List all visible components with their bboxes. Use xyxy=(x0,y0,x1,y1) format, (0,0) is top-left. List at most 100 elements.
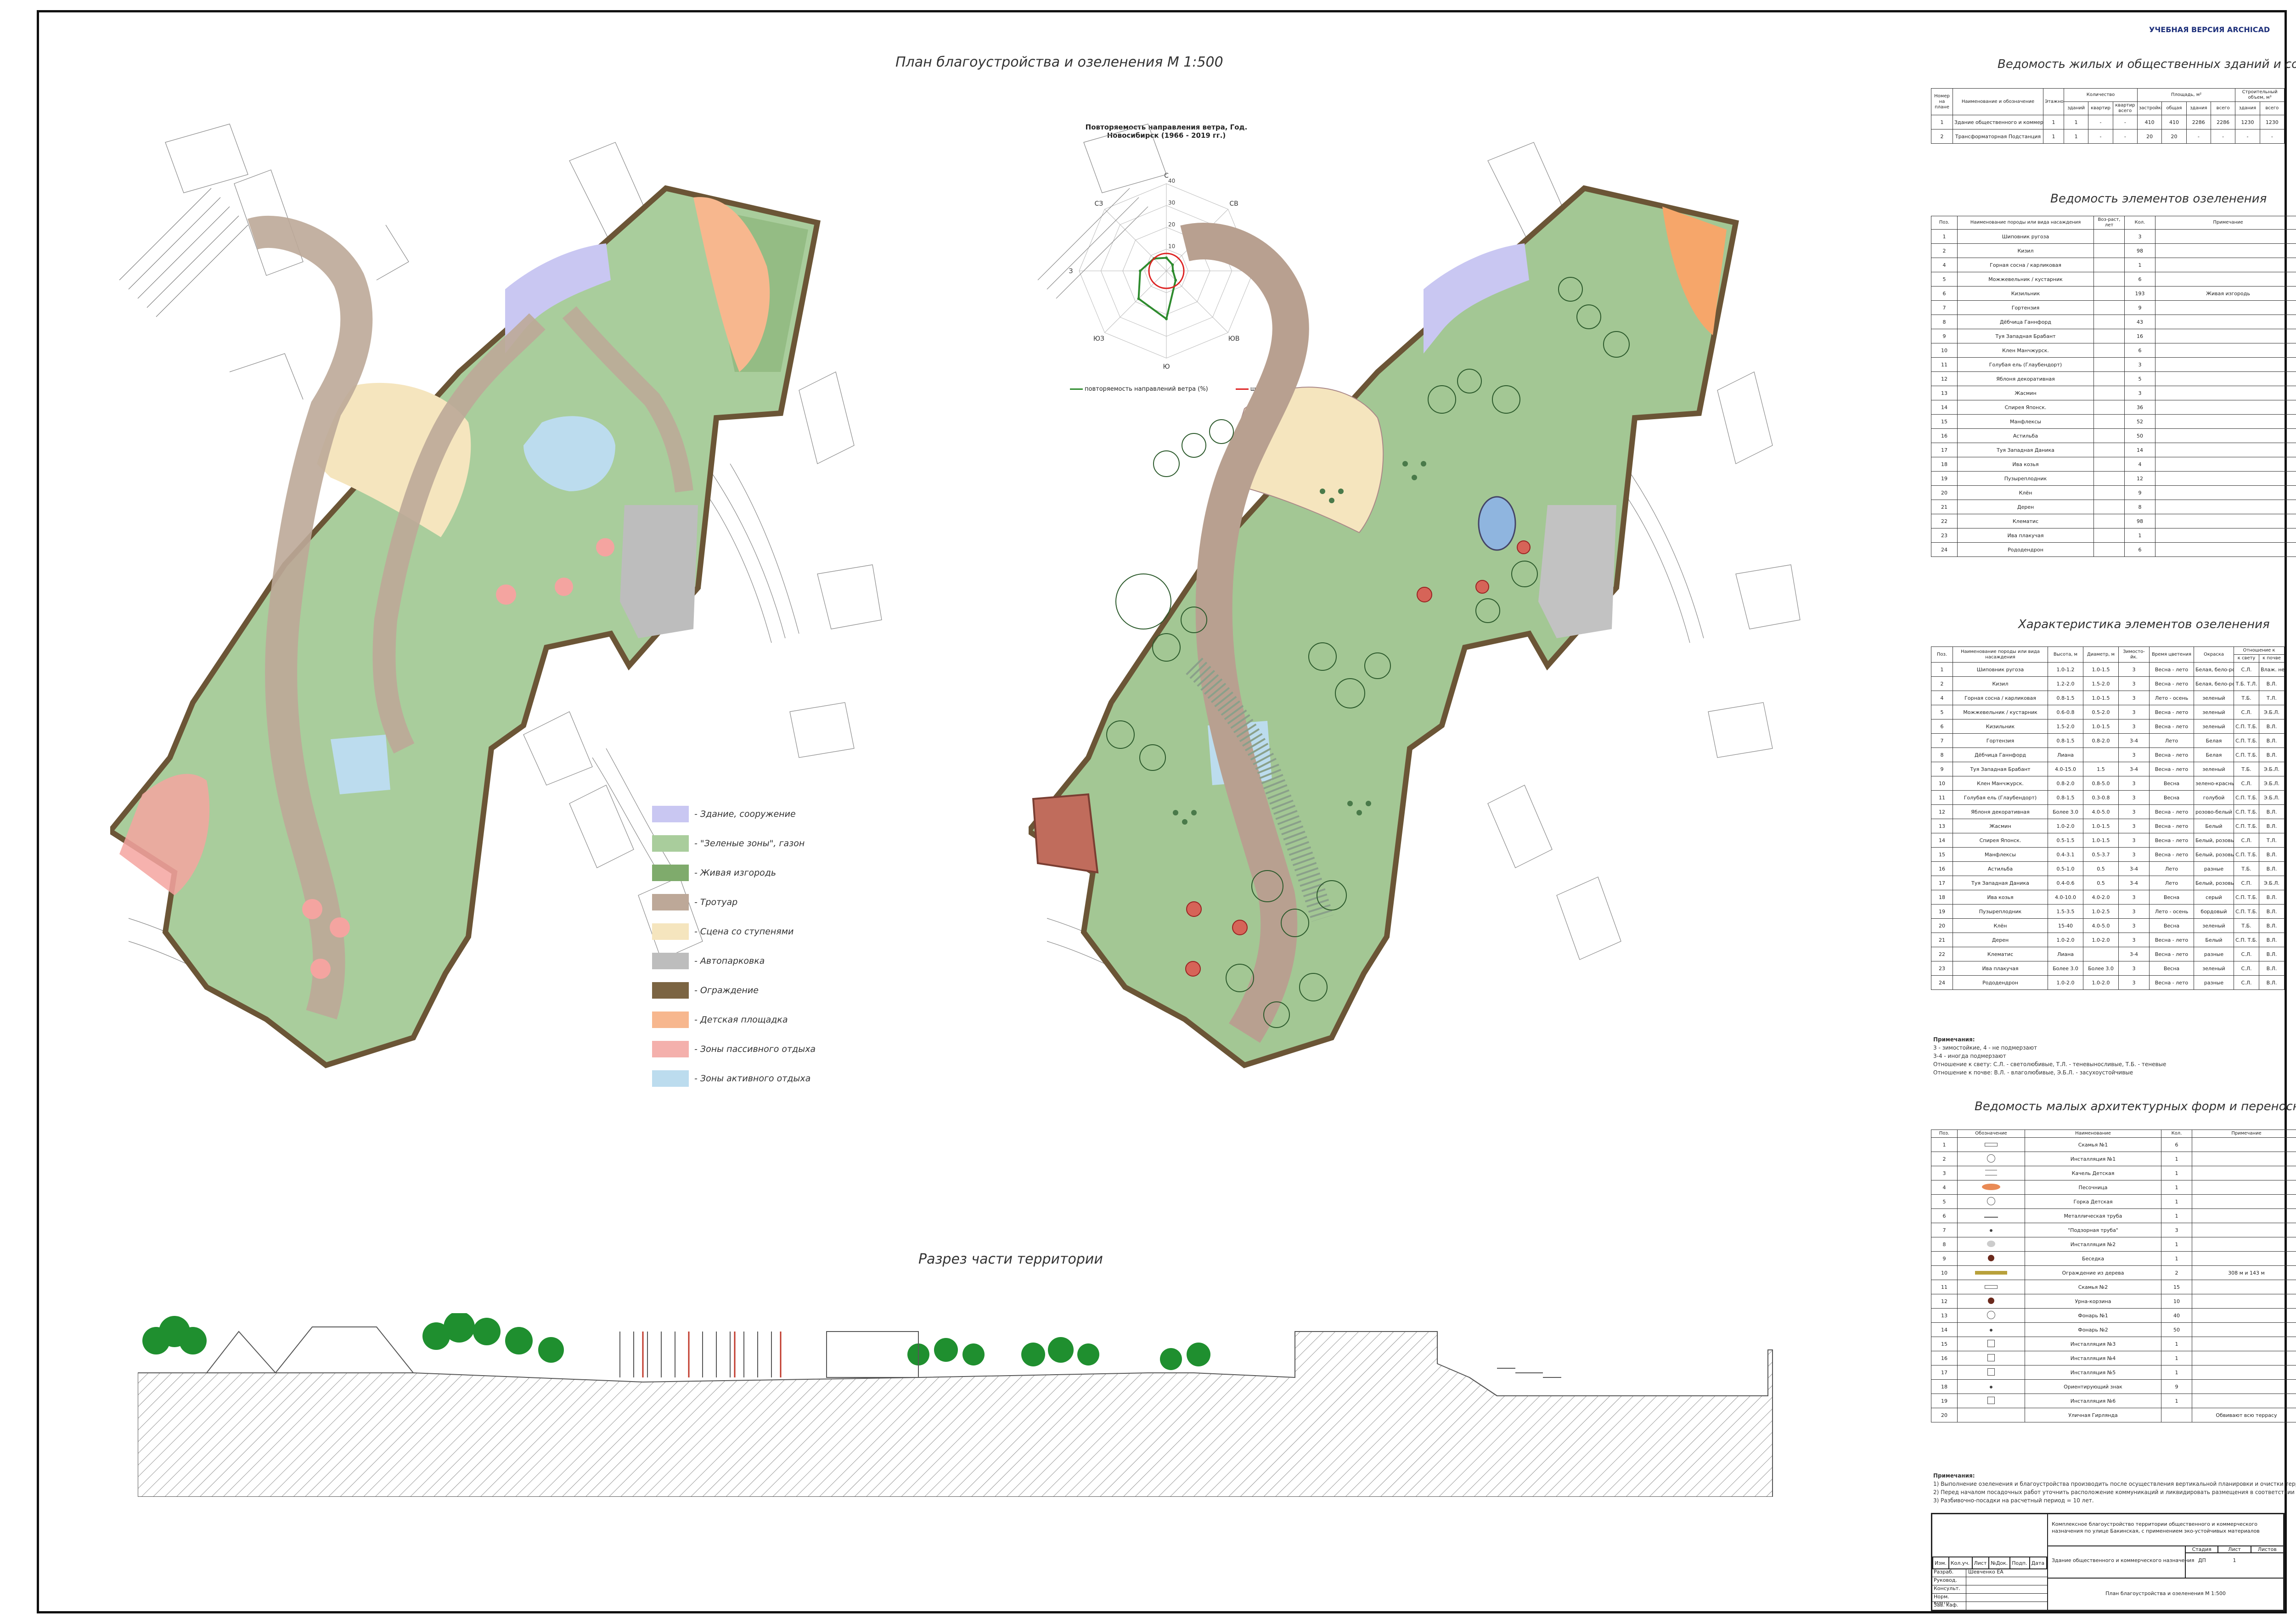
table-cell: Туя Западная Даника xyxy=(1953,876,2048,890)
t4-body: 1 Скамья №1 6 2 Инсталляция №1 1 3 Качель Детск… xyxy=(1931,1137,2296,1422)
table-cell: Весна - лето xyxy=(2149,819,2194,833)
stamp-role: Подп. xyxy=(2009,1557,2030,1569)
table-cell: 3-4 xyxy=(2118,876,2150,890)
table-cell: Астильба xyxy=(1957,428,2094,443)
table-cell: С.Л. xyxy=(2234,776,2259,791)
table-cell: В.Л. xyxy=(2259,904,2285,919)
table-cell: 3 xyxy=(2118,776,2150,791)
section-trees xyxy=(142,1313,1210,1370)
table-row: 17 Туя Западная Даника 0.4-0.6 0.5 3-4 Лето Бе… xyxy=(1931,876,2285,890)
t4-notes: Примечания: 1) Выполнение озеленения и б… xyxy=(1933,1472,2296,1505)
table-cell: 50 xyxy=(2161,1322,2192,1337)
table-cell: 1 xyxy=(2043,129,2064,144)
table-cell xyxy=(2093,443,2125,457)
table-cell xyxy=(2155,500,2296,514)
table-row: 24 Рододендрон 6 xyxy=(1931,542,2296,557)
table-cell: Т.Б. xyxy=(2234,762,2259,776)
symbol-cell xyxy=(1957,1208,2025,1223)
t1-h-apt: квартир xyxy=(2088,101,2113,115)
table-cell: Лето xyxy=(2149,861,2194,876)
table-cell: 16 xyxy=(2124,329,2155,343)
table-cell: Можжевельник / кустарник xyxy=(1953,705,2048,719)
table-cell xyxy=(2155,457,2296,472)
symbol-cell xyxy=(1957,1137,2025,1152)
table-cell: 10 xyxy=(1931,776,1953,791)
legend-item: - Тротуар xyxy=(652,894,737,910)
table-cell: Инсталляция №1 xyxy=(2025,1152,2161,1166)
table-row: 1Здание общественного и коммерческого на… xyxy=(1931,115,2285,129)
table-cell: Весна - лето xyxy=(2149,676,2194,691)
table-row: 2 Трансформаторная Подстанция 1 1- -20 20- - - - xyxy=(1931,129,2285,144)
table-row: 3 Качель Детская 1 xyxy=(1931,1166,2296,1180)
table-cell: 13 xyxy=(1931,1308,1958,1323)
table-cell: 98 xyxy=(2124,514,2155,528)
table-cell: С.Л. xyxy=(2234,705,2259,719)
mapf-symbol-icon xyxy=(1975,1270,2007,1275)
table-cell: Весна xyxy=(2149,918,2194,933)
table-cell: розово-белый xyxy=(2194,804,2234,819)
table-row: 16 Астильба 50 xyxy=(1931,428,2296,443)
table-cell: 20 xyxy=(1931,485,1958,500)
table-row: 12 Яблоня декоративная Более 3.0 4.0-5.0 3 Ве… xyxy=(1931,804,2285,819)
t1-h-total: общая xyxy=(2161,101,2187,115)
table-row: 8 Инсталляция №2 1 xyxy=(1931,1237,2296,1252)
table-cell: 3 xyxy=(2118,918,2150,933)
table-cell: Весна xyxy=(2149,961,2194,976)
table-row: 15 Манфлексы 0.4-3.1 0.5-3.7 3 Весна - лето Бе… xyxy=(1931,847,2285,862)
table-row: 13 Жасмин 1.0-2.0 1.0-1.5 3 Весна - лето Белый… xyxy=(1931,819,2285,833)
t4-note: 3) Разбивочно-посадки на расчетный перио… xyxy=(1933,1497,2094,1504)
legend-swatch xyxy=(652,865,689,881)
table-cell: 6 xyxy=(1931,286,1958,301)
table-cell xyxy=(2192,1308,2296,1323)
table-row: 6 Кизильник 193 Живая изгородь xyxy=(1931,286,2296,301)
table-cell: Скамья №2 xyxy=(2025,1280,2161,1294)
table-header: Кол. xyxy=(2161,1129,2192,1138)
legend-item: - Автопарковка xyxy=(652,953,765,969)
table-cell: 17 xyxy=(1931,443,1958,457)
legend-swatch xyxy=(652,1011,689,1028)
table-cell: 16 xyxy=(1931,1351,1958,1366)
table-cell: зеленый xyxy=(2194,691,2234,705)
table-cell: 6 xyxy=(2161,1137,2192,1152)
t1-h-qty: Количество xyxy=(2064,88,2138,102)
table-cell: 1.5 xyxy=(2083,762,2119,776)
mapf-symbol-icon xyxy=(1985,1142,1998,1146)
table-cell: Жасмин xyxy=(1957,386,2094,400)
mapf-symbol-icon xyxy=(1990,1229,1992,1232)
table-cell: 0.5 xyxy=(2083,876,2119,890)
stamp-person-row: Разраб. Шевченко ЕА xyxy=(1932,1568,2047,1577)
table-cell: Белая, бело-роз. xyxy=(2194,662,2234,677)
table-cell: 4 xyxy=(1931,258,1958,272)
table-cell: Горка Детская xyxy=(2025,1194,2161,1209)
table-cell: 3 xyxy=(2118,890,2150,905)
table-cell: 1 xyxy=(2161,1337,2192,1351)
table-cell xyxy=(2093,457,2125,472)
table-cell xyxy=(2155,371,2296,386)
table-cell: Ограждение из дерева xyxy=(2025,1265,2161,1280)
table-row: 7 Гортензия 0.8-1.5 0.8-2.0 3-4 Лето Белая С.П.… xyxy=(1931,733,2285,748)
table-cell: 20 xyxy=(1931,918,1953,933)
table-cell: 19 xyxy=(1931,471,1958,486)
mapf-symbol-icon xyxy=(1987,1197,1995,1205)
table-cell: 18 xyxy=(1931,890,1953,905)
table-cell: 1 xyxy=(2161,1394,2192,1408)
stamp-sheet-name: Здание общественного и коммерческого наз… xyxy=(2047,1546,2194,1579)
table-cell: Ива козья xyxy=(1953,890,2048,905)
table-row: 11 Скамья №2 15 xyxy=(1931,1280,2296,1294)
table-cell: Белый xyxy=(2194,819,2234,833)
table-cell: зеленый xyxy=(2194,918,2234,933)
table-row: 19 Пузыреплодник 12 xyxy=(1931,471,2296,486)
stamp-project: Комплексное благоустройство территории о… xyxy=(2047,1514,2283,1546)
table-cell: 3 xyxy=(2118,933,2150,947)
table-cell: Влаж. не увлаж. xyxy=(2259,662,2285,677)
t3-head1: Поз. Наименование породы или вида насажде… xyxy=(1931,646,2285,663)
table-cell: Весна - лето xyxy=(2149,833,2194,848)
table-cell: Клён xyxy=(1957,485,2094,500)
table-cell: зеленый xyxy=(2194,705,2234,719)
table-cell xyxy=(2093,528,2125,543)
t1-h-name: Наименование и обозначение xyxy=(1953,88,2043,115)
t2-body: 1 Шиповник ругоза 3 2 Кизил 98 4 Горная сосна /… xyxy=(1931,229,2296,557)
t1-h-apt-all: квартир всего xyxy=(2112,101,2138,115)
table-cell: 1 xyxy=(1931,1137,1958,1152)
table-cell: Клен Манчжурск. xyxy=(1957,343,2094,358)
